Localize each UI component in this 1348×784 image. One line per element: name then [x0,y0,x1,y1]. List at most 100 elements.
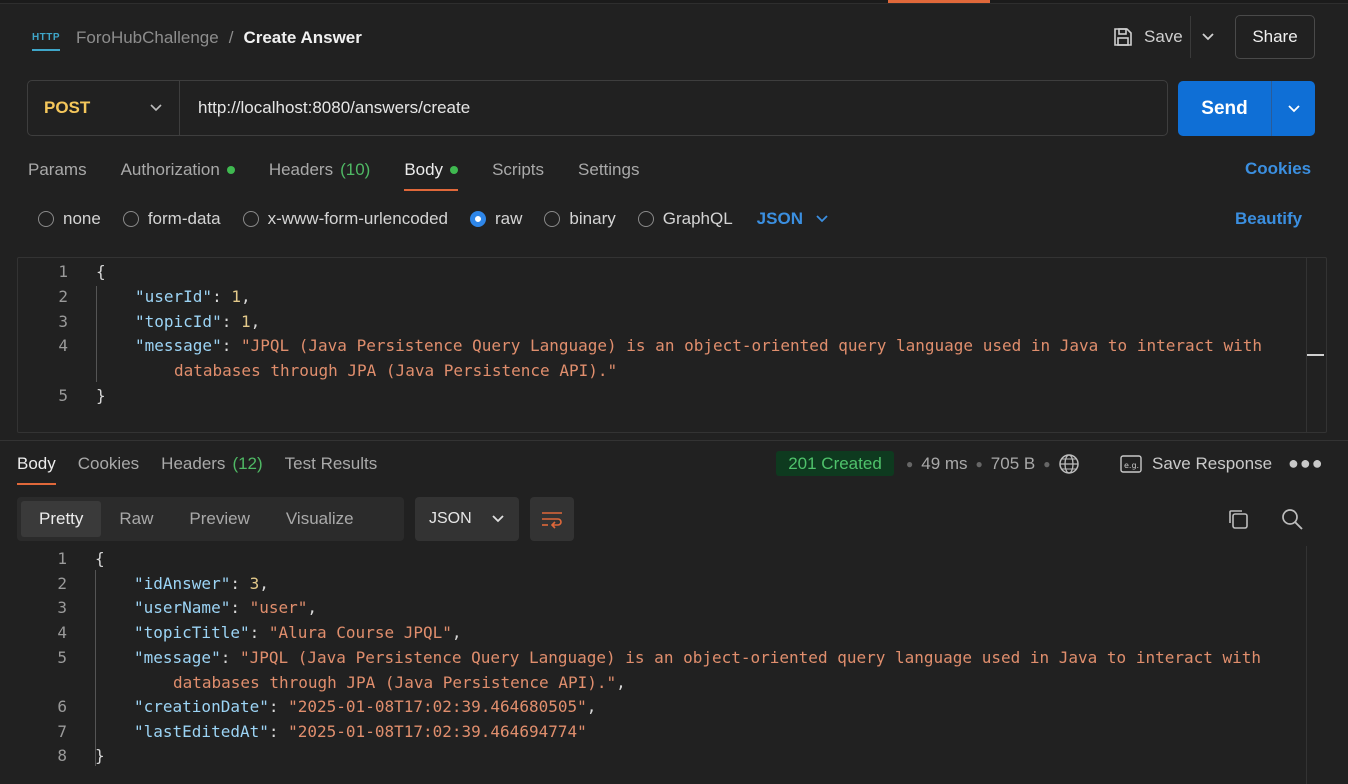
response-time[interactable]: 49 ms [921,454,967,474]
cookies-link[interactable]: Cookies [1245,159,1311,179]
chevron-down-icon [816,215,828,223]
radio-circle [122,211,139,227]
json-number: 1 [240,312,251,331]
panel-divider[interactable] [0,440,1348,441]
json-key: "userId" [135,287,213,306]
response-scrollbar[interactable] [1306,546,1326,784]
json-key: "idAnswer" [134,574,231,593]
radio-label: none [63,209,101,228]
radio-form-data[interactable]: form-data [122,209,221,229]
save-response-button[interactable]: e.g. Save Response [1120,451,1272,476]
tab-body[interactable]: Body [404,155,459,191]
headers-count: (12) [232,454,263,473]
line-number: 1 [58,262,68,281]
request-body-editor[interactable]: 1{ 2 "userId": 1, 3 "topicId": 1, 4 "messag… [17,257,1327,433]
radio-graphql[interactable]: GraphQL [637,209,733,229]
url-bar: POST http://localhost:8080/answers/creat… [27,80,1168,136]
view-pretty[interactable]: Pretty [21,501,102,537]
json-key: "message" [135,336,222,355]
json-string: "user" [249,598,308,617]
separator-dot: ● [975,456,983,471]
wrap-lines-button[interactable] [530,497,574,541]
separator-dot: ● [1043,456,1051,471]
status-badge[interactable]: 201 Created [776,451,894,476]
code-text: } [95,746,105,765]
json-key: "topicTitle" [134,623,250,642]
tab-label: Params [28,160,87,179]
method-label: POST [44,98,91,117]
save-label: Save [1144,27,1183,46]
tab-response-body[interactable]: Body [17,449,56,485]
radio-circle [637,211,654,227]
language-select[interactable]: JSON [757,209,829,229]
send-options-dropdown[interactable] [1271,81,1315,136]
line-number: 1 [57,549,67,568]
line-number: 6 [57,697,67,716]
search-icon[interactable] [1280,507,1304,531]
separator-dot: ● [906,456,914,471]
json-string: "JPQL (Java Persistence Query Language) … [240,336,1263,355]
tab-scripts[interactable]: Scripts [492,155,544,185]
tab-headers[interactable]: Headers (10) [269,155,371,185]
chevron-down-icon [1287,104,1300,112]
tab-label: Body [17,454,56,473]
editor-scrollbar[interactable] [1306,258,1326,432]
tab-label: Test Results [284,454,378,473]
line-number: 8 [57,746,67,765]
tab-label: Headers [161,454,226,473]
save-icon [1114,28,1132,46]
radio-raw[interactable]: raw [470,209,522,229]
save-response-label: Save Response [1152,453,1273,473]
response-body-viewer[interactable]: 1{ 2 "idAnswer": 3, 3 "userName": "user", … [17,546,1327,784]
json-key: "lastEditedAt" [134,722,269,741]
breadcrumb-separator: / [228,28,234,47]
view-preview[interactable]: Preview [171,501,267,537]
scroll-position-marker [1307,354,1324,356]
send-button[interactable]: Send [1178,81,1271,136]
view-visualize[interactable]: Visualize [268,501,372,537]
save-options-dropdown[interactable] [1190,16,1224,58]
more-options-icon[interactable]: ●●● [1288,451,1324,476]
chevron-down-icon [1201,33,1214,41]
request-name[interactable]: Create Answer [243,28,361,48]
json-key: "userName" [134,598,231,617]
radio-label: binary [569,209,616,228]
body-type-options: none form-data x-www-form-urlencoded raw… [38,206,829,232]
tab-params[interactable]: Params [28,155,87,185]
tab-response-headers[interactable]: Headers (12) [161,449,263,479]
save-button[interactable]: Save [1104,16,1188,58]
radio-circle [544,211,561,227]
radio-none[interactable]: none [38,209,101,229]
tab-label: Body [404,160,444,179]
tab-authorization[interactable]: Authorization [121,155,235,185]
radio-binary[interactable]: binary [544,209,616,229]
language-label: JSON [756,209,803,228]
globe-icon[interactable] [1058,453,1080,475]
share-button[interactable]: Share [1235,15,1315,59]
beautify-button[interactable]: Beautify [1235,209,1302,229]
url-input[interactable]: http://localhost:8080/answers/create [180,98,470,118]
tab-test-results[interactable]: Test Results [285,449,378,479]
response-meta: ● 49 ms ● 705 B ● [906,451,1080,476]
radio-label: GraphQL [662,209,733,228]
copy-icon[interactable] [1226,507,1250,531]
format-label: JSON [429,510,472,527]
tab-settings[interactable]: Settings [578,155,639,185]
tab-response-cookies[interactable]: Cookies [78,449,139,479]
json-string: "2025-01-08T17:02:39.464680505" [288,697,587,716]
line-number: 4 [58,336,68,355]
response-format-select[interactable]: JSON [415,497,519,541]
code-text: { [95,549,105,568]
radio-circle [38,211,54,227]
method-select[interactable]: POST [28,81,180,135]
view-raw[interactable]: Raw [101,501,171,537]
response-size[interactable]: 705 B [991,454,1035,474]
json-key: "message" [134,648,221,667]
radio-urlencoded[interactable]: x-www-form-urlencoded [242,209,448,229]
window-top-bar [0,0,1348,4]
breadcrumb-collection[interactable]: ForoHubChallenge [76,28,219,48]
chevron-down-icon [492,515,504,523]
response-view-modes: Pretty Raw Preview Visualize [17,497,404,541]
indent-guide [96,286,97,382]
line-number: 2 [57,574,67,593]
